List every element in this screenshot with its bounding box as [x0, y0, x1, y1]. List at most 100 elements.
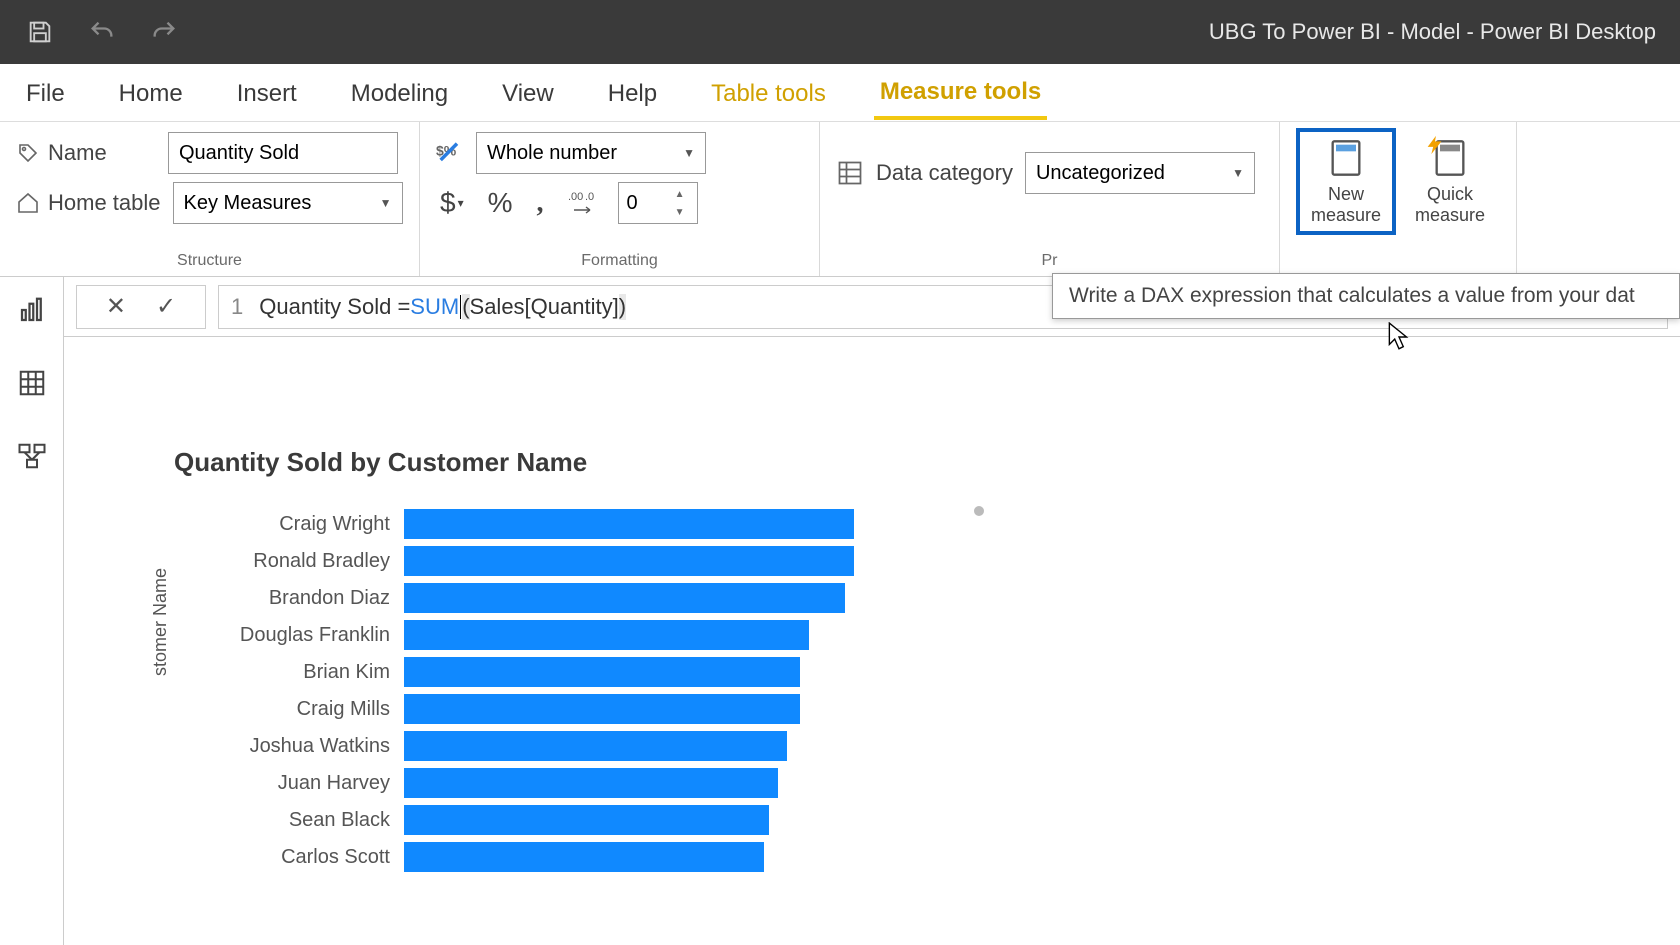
bar-track: [404, 694, 934, 724]
bar-row: Sean Black: [174, 802, 934, 838]
bar-row: Joshua Watkins: [174, 728, 934, 764]
home-table-select[interactable]: Key Measures ▼: [173, 182, 403, 224]
new-measure-button[interactable]: New measure: [1296, 128, 1396, 235]
bar-label: Carlos Scott: [174, 846, 404, 869]
bar[interactable]: [404, 583, 845, 613]
bar[interactable]: [404, 694, 800, 724]
tab-measure-tools[interactable]: Measure tools: [874, 66, 1047, 120]
bar[interactable]: [404, 842, 764, 872]
data-view-icon[interactable]: [17, 368, 47, 403]
bar-track: [404, 805, 934, 835]
bar-label: Sean Black: [174, 809, 404, 832]
bar-track: [404, 842, 934, 872]
bar-row: Ronald Bradley: [174, 543, 934, 579]
format-icon: $%: [436, 139, 464, 167]
group-label-formatting: Formatting: [436, 252, 803, 272]
group-properties: Data category Uncategorized ▼ Pr: [820, 122, 1280, 276]
bar-label: Joshua Watkins: [174, 735, 404, 758]
bar-row: Craig Wright: [174, 506, 934, 542]
scroll-thumb[interactable]: [974, 506, 984, 516]
bar[interactable]: [404, 546, 854, 576]
chevron-down-icon: ▼: [683, 146, 695, 160]
currency-button[interactable]: $▾: [436, 183, 468, 223]
spin-down-icon[interactable]: ▼: [669, 203, 691, 221]
model-view-icon[interactable]: [17, 441, 47, 476]
bar-row: Carlos Scott: [174, 839, 934, 875]
tab-home[interactable]: Home: [113, 68, 189, 118]
main-canvas: ✕ ✓ 1 Quantity Sold = SUM( Sales[Quantit…: [64, 277, 1680, 945]
group-calculations: New measure Quick measure: [1280, 122, 1517, 276]
bar-row: Craig Mills: [174, 691, 934, 727]
format-type-select[interactable]: Whole number ▼: [476, 132, 706, 174]
bar-label: Douglas Franklin: [174, 624, 404, 647]
ribbon: Name Home table Key Measures ▼ Structure…: [0, 122, 1680, 277]
percent-button[interactable]: %: [484, 183, 517, 223]
formula-controls: ✕ ✓: [76, 285, 206, 329]
tab-insert[interactable]: Insert: [231, 68, 303, 118]
bar-label: Brian Kim: [174, 661, 404, 684]
tab-view[interactable]: View: [496, 68, 560, 118]
decimal-button[interactable]: .00.0: [564, 186, 602, 220]
name-label: Name: [16, 140, 156, 166]
tab-help[interactable]: Help: [602, 68, 663, 118]
ribbon-tabs: File Home Insert Modeling View Help Tabl…: [0, 64, 1680, 122]
quick-measure-button[interactable]: Quick measure: [1400, 128, 1500, 235]
cancel-formula-icon[interactable]: ✕: [106, 292, 126, 321]
group-formatting: $% Whole number ▼ $▾ % , .00.0 ▲▼ Format…: [420, 122, 820, 276]
group-label-properties: Pr: [836, 252, 1263, 272]
bar-track: [404, 620, 934, 650]
bar-label: Ronald Bradley: [174, 550, 404, 573]
data-category-label: Data category: [876, 160, 1013, 186]
bar-track: [404, 546, 934, 576]
svg-text:.00: .00: [568, 191, 583, 203]
save-icon[interactable]: [24, 16, 56, 48]
chevron-down-icon: ▼: [1232, 166, 1244, 180]
spin-up-icon[interactable]: ▲: [669, 185, 691, 203]
tooltip: Write a DAX expression that calculates a…: [1052, 273, 1680, 319]
decimal-places-input[interactable]: ▲▼: [618, 182, 698, 224]
home-table-label: Home table: [16, 190, 161, 216]
bar-label: Brandon Diaz: [174, 587, 404, 610]
report-view-icon[interactable]: [17, 295, 47, 330]
chart-visual[interactable]: Quantity Sold by Customer Name stomer Na…: [64, 337, 1680, 875]
bar[interactable]: [404, 620, 809, 650]
bar-row: Juan Harvey: [174, 765, 934, 801]
bar[interactable]: [404, 657, 800, 687]
chevron-down-icon: ▼: [380, 196, 392, 210]
bar-track: [404, 509, 934, 539]
group-label-structure: Structure: [16, 252, 403, 272]
tab-modeling[interactable]: Modeling: [345, 68, 454, 118]
bar[interactable]: [404, 805, 769, 835]
tab-file[interactable]: File: [20, 68, 71, 118]
bar[interactable]: [404, 731, 787, 761]
workspace: ✕ ✓ 1 Quantity Sold = SUM( Sales[Quantit…: [0, 277, 1680, 945]
name-input[interactable]: [168, 132, 398, 174]
bar-chart: stomer Name Craig WrightRonald BradleyBr…: [174, 506, 934, 875]
data-category-select[interactable]: Uncategorized ▼: [1025, 152, 1255, 194]
bar-label: Juan Harvey: [174, 772, 404, 795]
svg-text:.0: .0: [585, 191, 594, 203]
bar-row: Brandon Diaz: [174, 580, 934, 616]
bar[interactable]: [404, 509, 854, 539]
undo-icon[interactable]: [86, 16, 118, 48]
bar-row: Brian Kim: [174, 654, 934, 690]
view-switcher: [0, 277, 64, 945]
commit-formula-icon[interactable]: ✓: [156, 292, 176, 321]
chart-title: Quantity Sold by Customer Name: [174, 447, 1680, 478]
bar-label: Craig Wright: [174, 513, 404, 536]
group-structure: Name Home table Key Measures ▼ Structure: [0, 122, 420, 276]
y-axis-label: stomer Name: [150, 568, 171, 676]
bar-row: Douglas Franklin: [174, 617, 934, 653]
thousands-button[interactable]: ,: [533, 183, 548, 223]
bar[interactable]: [404, 768, 778, 798]
data-category-icon: [836, 159, 864, 187]
bar-track: [404, 731, 934, 761]
bar-label: Craig Mills: [174, 698, 404, 721]
redo-icon[interactable]: [148, 16, 180, 48]
bar-track: [404, 583, 934, 613]
title-bar: UBG To Power BI - Model - Power BI Deskt…: [0, 0, 1680, 64]
window-title: UBG To Power BI - Model - Power BI Deskt…: [1209, 19, 1656, 45]
tab-table-tools[interactable]: Table tools: [705, 68, 832, 118]
bar-track: [404, 657, 934, 687]
bar-track: [404, 768, 934, 798]
